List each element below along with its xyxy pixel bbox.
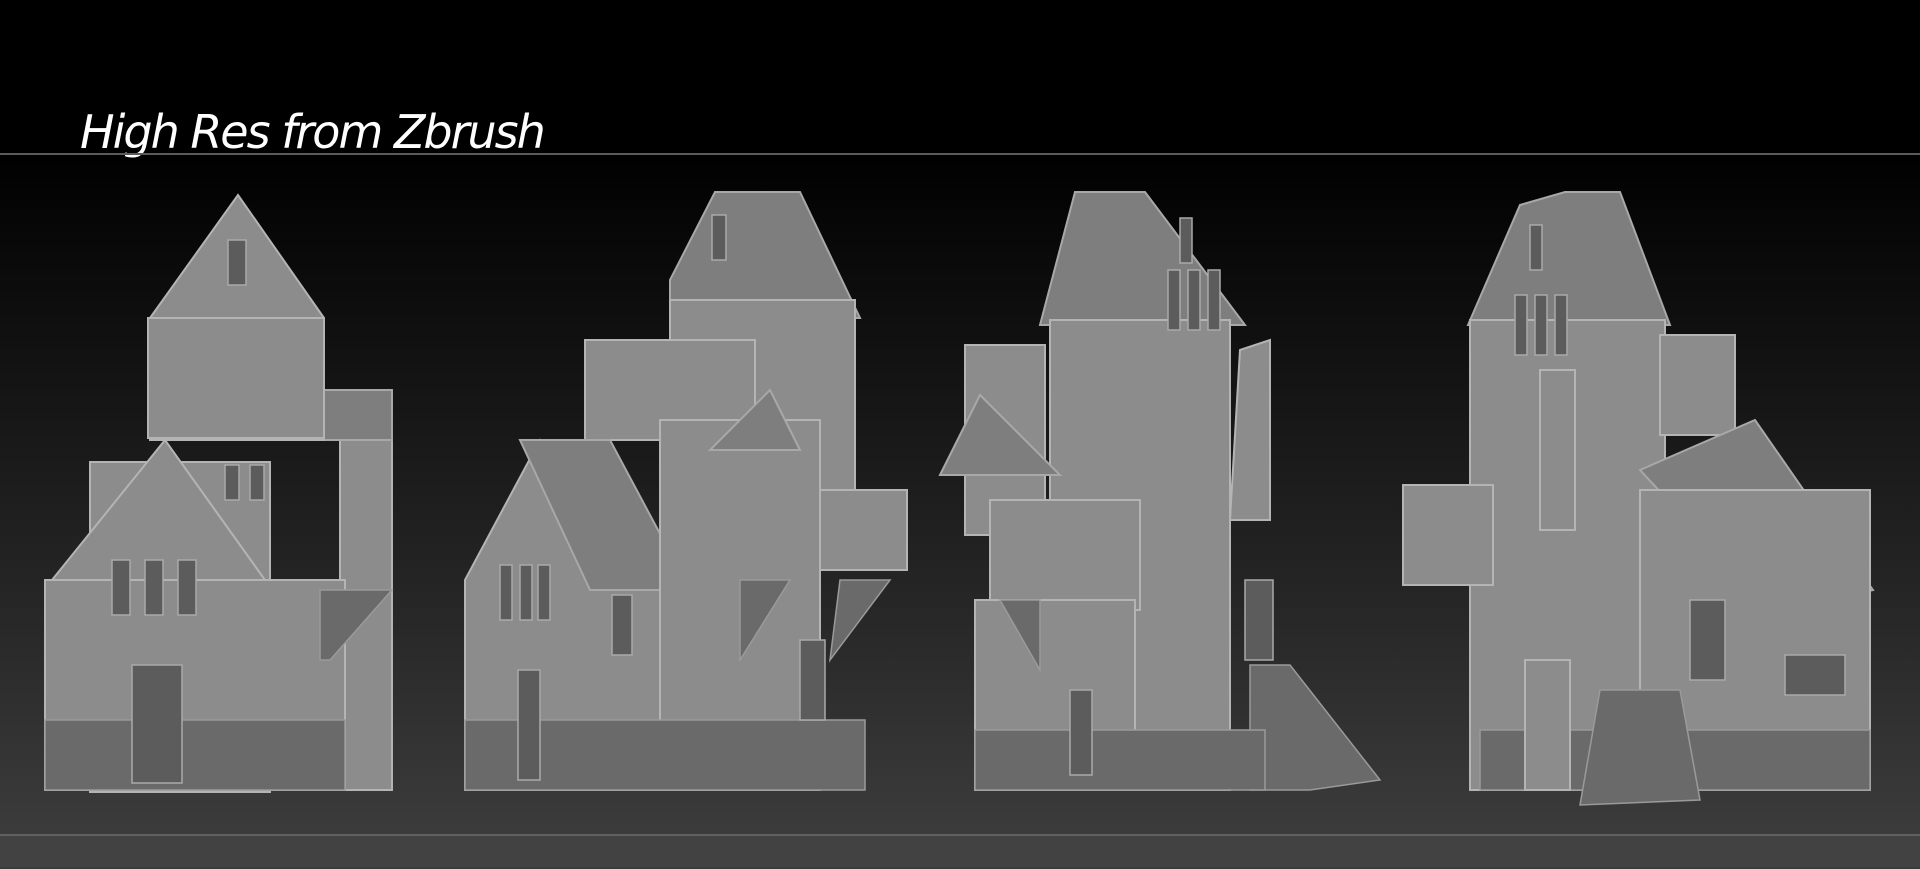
building-render-3 <box>938 191 1382 791</box>
building-render-2 <box>464 191 908 791</box>
building-render-1 <box>44 193 394 793</box>
renders-canvas <box>44 191 1875 806</box>
footer-band <box>0 836 1920 867</box>
building-render-4 <box>1402 191 1875 806</box>
